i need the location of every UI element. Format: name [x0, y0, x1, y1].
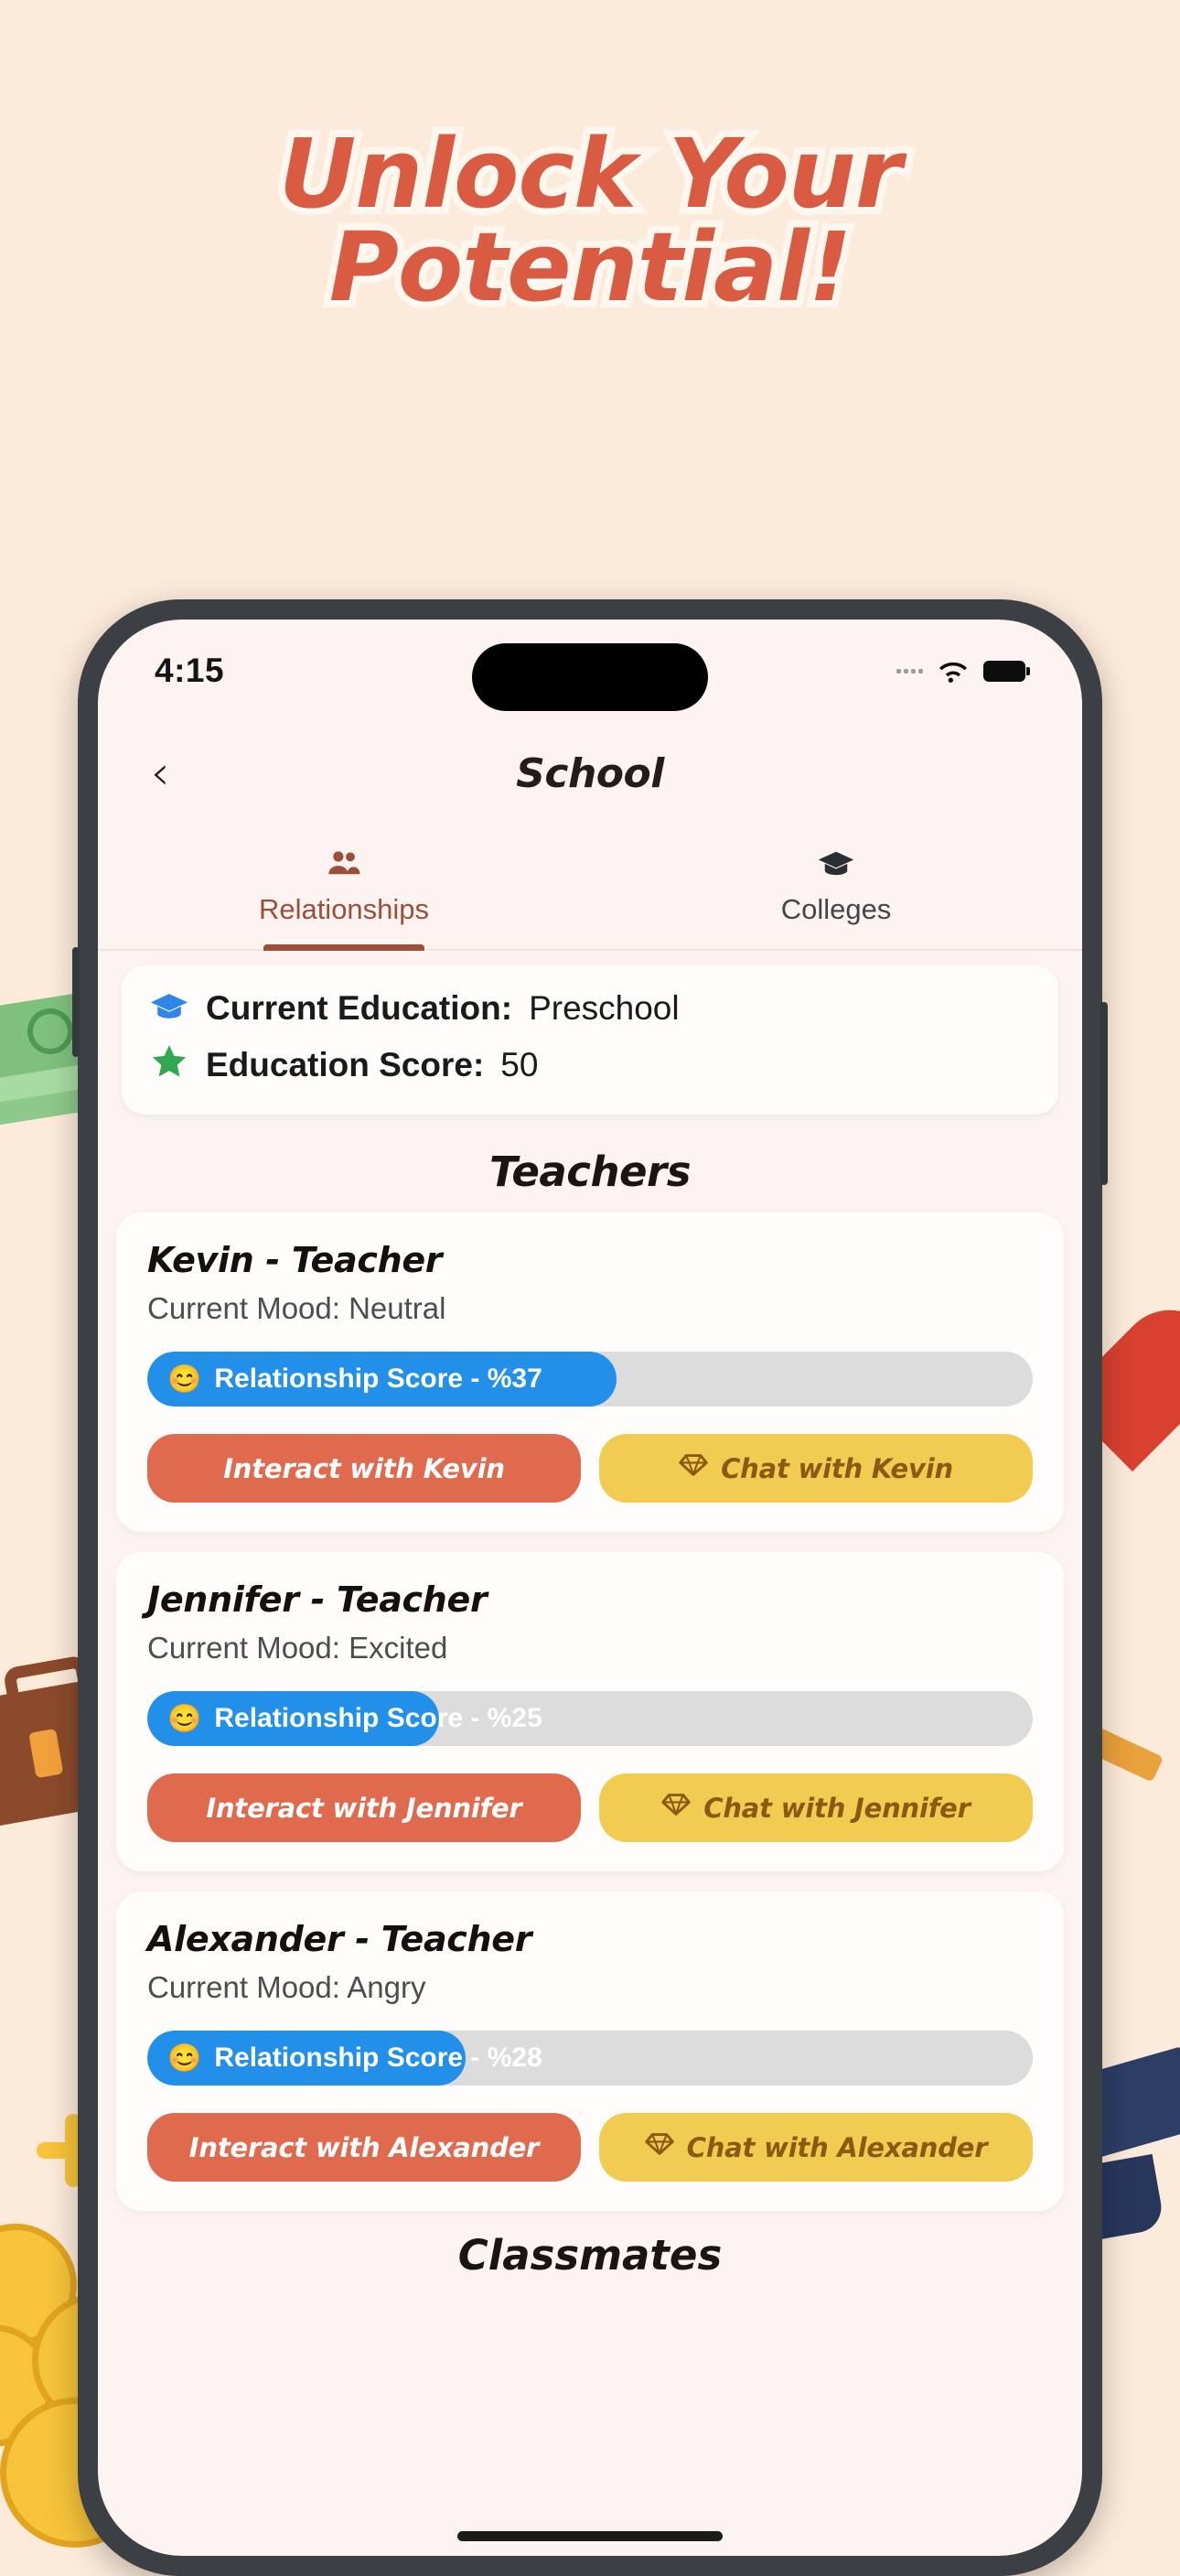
- cellular-signal-icon: [896, 668, 923, 674]
- education-score-value: 50: [500, 1045, 539, 1083]
- relationship-score-bar: 😊 Relationship Score - %37: [147, 1352, 1033, 1407]
- page-title: School: [516, 749, 664, 797]
- tab-relationships[interactable]: Relationships: [98, 825, 590, 949]
- phone-screen: 4:15 ‹ School Relationships Colleges Cur…: [98, 620, 1082, 2556]
- star-icon: [149, 1042, 189, 1087]
- school-content: Current Education: Preschool Education S…: [98, 949, 1082, 2556]
- teacher-mood: Current Mood: Neutral: [147, 1291, 446, 1325]
- relationship-score-bar: 😊 Relationship Score - %25: [147, 1691, 1033, 1746]
- relationship-score-text-wrap: 😊 Relationship Score - %28: [147, 2042, 542, 2075]
- relationship-score-label: Relationship Score - %28: [214, 2042, 542, 2073]
- headline-line-1: Unlock Your: [272, 118, 909, 230]
- relationship-score-text-wrap: 😊 Relationship Score - %37: [147, 1363, 542, 1396]
- teacher-name: Kevin - Teacher: [147, 1240, 443, 1280]
- status-icons: [896, 657, 1030, 684]
- tab-bar: Relationships Colleges: [98, 825, 1082, 951]
- current-education-value: Preschool: [529, 989, 680, 1027]
- classmates-section-title: Classmates: [457, 2231, 723, 2280]
- education-summary-card: Current Education: Preschool Education S…: [122, 965, 1058, 1115]
- relationship-score-label: Relationship Score - %37: [214, 1363, 542, 1394]
- phone-mockup: 4:15 ‹ School Relationships Colleges Cur…: [72, 599, 1108, 2576]
- teachers-section-title: Teachers: [489, 1148, 692, 1196]
- teacher-card: Alexander - Teacher Current Mood: Angry …: [116, 1892, 1064, 2211]
- promo-headline: Unlock Your Potential!: [0, 118, 1180, 323]
- chat-button-label: Chat with Kevin: [721, 1452, 953, 1484]
- gem-icon: [661, 1792, 691, 1824]
- chat-button-label: Chat with Jennifer: [703, 1792, 971, 1824]
- teacher-name: Jennifer - Teacher: [147, 1579, 488, 1620]
- nav-bar: ‹ School: [98, 722, 1082, 825]
- relationship-score-text-wrap: 😊 Relationship Score - %25: [147, 1703, 542, 1735]
- interact-button[interactable]: Interact with Jennifer: [147, 1773, 581, 1842]
- current-education-row: Current Education: Preschool: [149, 989, 1031, 1028]
- current-education-label: Current Education:: [206, 989, 513, 1027]
- smiley-icon: 😊: [167, 2042, 202, 2074]
- gem-icon: [644, 2131, 674, 2163]
- graduation-cap-icon: [149, 990, 189, 1028]
- gem-icon: [679, 1452, 708, 1484]
- tab-relationships-label: Relationships: [258, 892, 430, 925]
- education-score-label: Education Score:: [206, 1045, 485, 1083]
- interact-button[interactable]: Interact with Kevin: [147, 1434, 581, 1503]
- chat-button[interactable]: Chat with Alexander: [599, 2113, 1033, 2182]
- teacher-card: Kevin - Teacher Current Mood: Neutral 😊 …: [116, 1213, 1064, 1532]
- teacher-actions: Interact with Kevin Chat with Kevin: [147, 1434, 1033, 1503]
- smiley-icon: 😊: [167, 1703, 202, 1734]
- teacher-mood: Current Mood: Angry: [147, 1970, 426, 2004]
- volume-button[interactable]: [72, 947, 80, 1057]
- home-indicator: [457, 2531, 723, 2541]
- interact-button[interactable]: Interact with Alexander: [147, 2113, 581, 2182]
- people-icon: [325, 848, 363, 884]
- education-score-row: Education Score: 50: [149, 1042, 1031, 1087]
- status-time: 4:15: [155, 652, 225, 689]
- teacher-name: Alexander - Teacher: [147, 1919, 532, 1959]
- teacher-actions: Interact with Alexander Chat with Alexan…: [147, 2113, 1033, 2182]
- battery-icon: [983, 660, 1030, 682]
- chat-button[interactable]: Chat with Kevin: [599, 1434, 1033, 1503]
- chat-button[interactable]: Chat with Jennifer: [599, 1773, 1033, 1842]
- teacher-card: Jennifer - Teacher Current Mood: Excited…: [116, 1552, 1064, 1871]
- tab-colleges-label: Colleges: [780, 892, 892, 925]
- dynamic-island: [472, 643, 708, 711]
- tab-colleges[interactable]: Colleges: [590, 825, 1082, 949]
- wifi-icon: [939, 662, 967, 684]
- smiley-icon: 😊: [167, 1363, 202, 1395]
- chat-button-label: Chat with Alexander: [686, 2131, 988, 2163]
- headline-line-2: Potential!: [322, 210, 860, 323]
- relationship-score-label: Relationship Score - %25: [214, 1703, 542, 1733]
- power-button[interactable]: [1100, 1002, 1108, 1185]
- graduation-cap-icon: [817, 848, 855, 884]
- relationship-score-bar: 😊 Relationship Score - %28: [147, 2031, 1033, 2086]
- teacher-mood: Current Mood: Excited: [147, 1631, 448, 1665]
- teacher-actions: Interact with Jennifer Chat with Jennife…: [147, 1773, 1033, 1842]
